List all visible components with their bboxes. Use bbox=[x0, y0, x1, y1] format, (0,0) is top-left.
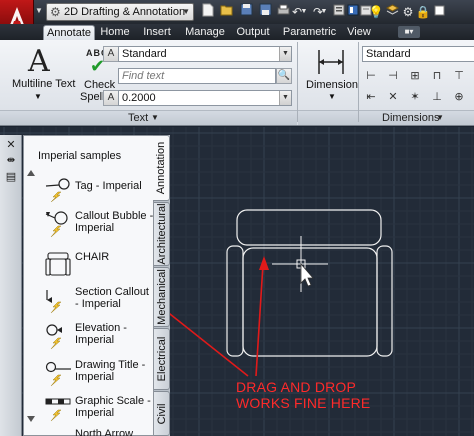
annotation-note: DRAG AND DROP WORKS FINE HERE bbox=[236, 379, 370, 411]
section-callout-icon bbox=[46, 290, 62, 314]
palette-tab-architectural[interactable]: Architectural bbox=[154, 202, 170, 266]
chair-left-arm bbox=[226, 245, 244, 357]
palette-tab-strip: Annotation Architectural Mechanical Elec… bbox=[153, 135, 170, 436]
palette-tool-label: Callout Bubble - Imperial bbox=[75, 210, 154, 234]
palette-tool-label: Tag - Imperial bbox=[75, 180, 142, 192]
chair-backrest bbox=[236, 209, 382, 246]
palette-scroll-arrows[interactable] bbox=[25, 166, 37, 436]
tag-icon bbox=[45, 178, 70, 202]
palette-tool-chair[interactable]: CHAIR bbox=[40, 249, 155, 289]
chair-right-arm bbox=[376, 245, 393, 357]
palette-group-header: Imperial samples bbox=[38, 150, 122, 162]
palette-tool-graphic-scale[interactable]: Graphic Scale - Imperial bbox=[40, 393, 155, 433]
mouse-pointer-icon bbox=[300, 262, 314, 287]
close-icon[interactable]: ✕ bbox=[5, 139, 17, 151]
palette-tool-label: North Arrow bbox=[75, 428, 134, 436]
palette-tab-mechanical[interactable]: Mechanical bbox=[154, 267, 170, 327]
palette-tool-tag[interactable]: Tag - Imperial bbox=[40, 172, 155, 212]
palette-tool-label: CHAIR bbox=[75, 251, 110, 263]
tool-palette: Imperial samples Tag - Imperial Callout … bbox=[23, 135, 154, 436]
auto-hide-icon[interactable]: ⇹ bbox=[5, 155, 17, 167]
palette-properties-icon[interactable]: ▤ bbox=[5, 171, 17, 183]
palette-tool-label: Drawing Title - Imperial bbox=[75, 359, 146, 383]
palette-tool-drawing-title[interactable]: Drawing Title - Imperial bbox=[40, 357, 155, 397]
palette-tab-annotation[interactable]: Annotation bbox=[153, 135, 170, 201]
chair-block-icon bbox=[45, 252, 71, 276]
elevation-icon bbox=[46, 324, 62, 350]
palette-tab-civil[interactable]: Civil bbox=[154, 391, 170, 436]
palette-tool-label: Elevation - Imperial bbox=[75, 322, 127, 346]
palette-tool-section-callout[interactable]: Section Callout - Imperial bbox=[40, 284, 155, 324]
palette-tool-label: Graphic Scale - Imperial bbox=[75, 395, 151, 419]
palette-tab-electrical[interactable]: Electrical bbox=[154, 328, 170, 390]
drawing-title-icon bbox=[45, 361, 71, 387]
palette-tool-north-arrow[interactable]: North Arrow bbox=[40, 428, 155, 436]
palette-tool-label: Section Callout - Imperial bbox=[75, 286, 149, 310]
palette-tool-elevation[interactable]: Elevation - Imperial bbox=[40, 320, 155, 360]
palette-tool-callout-bubble[interactable]: Callout Bubble - Imperial bbox=[40, 208, 155, 248]
graphic-scale-icon bbox=[45, 398, 71, 422]
callout-bubble-icon bbox=[45, 211, 68, 238]
annotation-line-1: DRAG AND DROP bbox=[236, 379, 357, 395]
annotation-line-2: WORKS FINE HERE bbox=[236, 395, 371, 411]
palette-title-strip[interactable]: ✕ ⇹ ▤ bbox=[0, 135, 22, 436]
